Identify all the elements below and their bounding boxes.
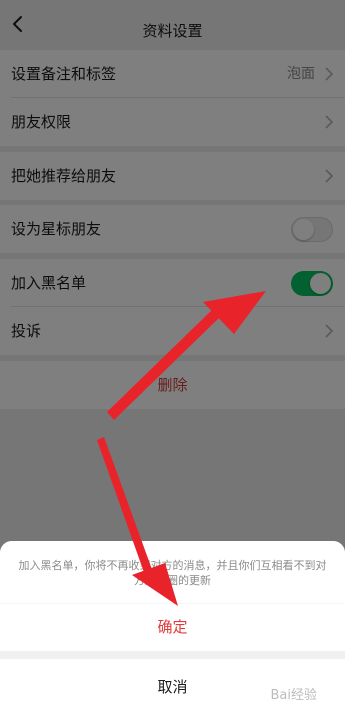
profile-settings-screen: 资料设置 设置备注和标签 泡面 朋友权限 把她推荐给朋友 设为星标朋友 加入黑名… bbox=[0, 0, 345, 715]
confirm-button[interactable]: 确定 bbox=[0, 604, 345, 651]
confirm-message: 加入黑名单，你将不再收到对方的消息，并且你们互相看不到对方朋友圈的更新 bbox=[0, 541, 345, 603]
watermark: Bai经验 bbox=[270, 688, 318, 703]
sheet-separator bbox=[0, 651, 345, 659]
